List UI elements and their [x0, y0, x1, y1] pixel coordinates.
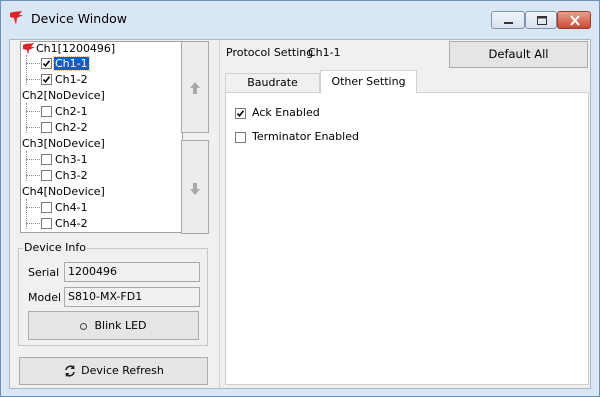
- client-area: Ch1[1200496] Ch1-1 Ch1-2 Ch2[NoDevice] C…: [9, 39, 591, 389]
- device-icon: [23, 43, 35, 55]
- tree-item-ch3-2[interactable]: Ch3-2: [55, 169, 88, 183]
- device-refresh-button[interactable]: Device Refresh: [19, 357, 208, 385]
- maximize-icon: [537, 16, 547, 25]
- minimize-button[interactable]: [491, 11, 525, 29]
- tree-connector: [26, 55, 27, 85]
- device-info-title: Device Info: [23, 241, 87, 254]
- tab-label: Other Setting: [331, 75, 406, 88]
- channel-tree[interactable]: Ch1[1200496] Ch1-1 Ch1-2 Ch2[NoDevice] C…: [20, 41, 183, 233]
- tree-connector: [26, 199, 27, 229]
- tree-node-label: Ch2[NoDevice]: [22, 89, 105, 102]
- minimize-icon: [504, 22, 513, 24]
- tree-connector: [26, 207, 40, 208]
- checkbox-ch4-1[interactable]: [41, 202, 52, 213]
- checkmark-icon: [42, 60, 51, 68]
- checkbox-ch1-2[interactable]: [41, 74, 52, 85]
- tree-item-ch2-2[interactable]: Ch2-2: [55, 121, 88, 135]
- move-down-button[interactable]: [181, 140, 209, 234]
- checkmark-icon: [42, 76, 51, 84]
- tree-item-ch4-1[interactable]: Ch4-1: [55, 201, 88, 215]
- serial-field: 1200496: [64, 262, 200, 282]
- window-title: Device Window: [31, 11, 128, 26]
- close-button[interactable]: [557, 11, 591, 29]
- tree-node-ch2[interactable]: Ch2[NoDevice]: [22, 89, 105, 103]
- tree-item-ch4-2[interactable]: Ch4-2: [55, 217, 88, 231]
- tree-item-label: Ch2-2: [55, 121, 88, 134]
- checkbox-ch2-1[interactable]: [41, 106, 52, 117]
- model-label: Model: [28, 291, 62, 304]
- tree-item-ch1-2[interactable]: Ch1-2: [55, 73, 88, 87]
- tab-label: Baudrate: [247, 76, 298, 89]
- other-setting-tab-content: Ack Enabled Terminator Enabled: [225, 92, 589, 385]
- tree-item-label: Ch4-1: [55, 201, 88, 214]
- tree-item-label: Ch1-2: [55, 73, 88, 86]
- device-refresh-label: Device Refresh: [81, 364, 164, 377]
- tree-connector: [26, 63, 40, 64]
- serial-label: Serial: [28, 266, 60, 279]
- tree-connector: [26, 151, 27, 181]
- tree-item-label: Ch1-1: [53, 56, 90, 71]
- close-icon: [570, 15, 580, 26]
- checkbox-ch3-1[interactable]: [41, 154, 52, 165]
- tree-item-ch1-1[interactable]: Ch1-1: [53, 56, 90, 71]
- tree-connector: [26, 223, 40, 224]
- protocol-channel-label: Ch1-1: [308, 46, 341, 59]
- ack-enabled-label[interactable]: Ack Enabled: [252, 106, 320, 119]
- model-field: S810-MX-FD1: [64, 287, 200, 307]
- checkbox-ch3-2[interactable]: [41, 170, 52, 181]
- device-window: Device Window Ch1[1200496] Ch1-1 Ch1-2 C…: [0, 0, 600, 397]
- move-up-button[interactable]: [181, 41, 209, 133]
- tree-node-ch1[interactable]: Ch1[1200496]: [22, 42, 115, 56]
- maximize-button[interactable]: [525, 11, 557, 29]
- refresh-icon: [65, 365, 75, 377]
- default-all-label: Default All: [488, 47, 549, 61]
- tree-connector: [26, 127, 40, 128]
- tree-node-ch4[interactable]: Ch4[NoDevice]: [22, 185, 105, 199]
- tree-item-label: Ch4-2: [55, 217, 88, 230]
- tree-node-label: Ch4[NoDevice]: [22, 185, 105, 198]
- checkbox-ch1-1[interactable]: [41, 58, 52, 69]
- checkmark-icon: [236, 110, 245, 118]
- arrow-up-icon: [190, 82, 200, 94]
- terminator-enabled-label[interactable]: Terminator Enabled: [252, 130, 359, 143]
- tree-node-ch3[interactable]: Ch3[NoDevice]: [22, 137, 105, 151]
- tab-other-setting[interactable]: Other Setting: [320, 70, 417, 93]
- tree-connector: [26, 159, 40, 160]
- arrow-down-icon: [190, 183, 200, 195]
- tree-item-ch2-1[interactable]: Ch2-1: [55, 105, 88, 119]
- protocol-setting-title: Protocol Setting: [226, 46, 314, 59]
- ack-enabled-checkbox[interactable]: [235, 108, 246, 119]
- checkbox-ch4-2[interactable]: [41, 218, 52, 229]
- tree-item-label: Ch3-2: [55, 169, 88, 182]
- device-info-group: Device Info Serial 1200496 Model S810-MX…: [18, 241, 208, 346]
- checkbox-ch2-2[interactable]: [41, 122, 52, 133]
- tree-connector: [26, 175, 40, 176]
- tree-item-label: Ch3-1: [55, 153, 88, 166]
- blink-led-label: Blink LED: [94, 319, 147, 332]
- tree-connector: [26, 111, 40, 112]
- tree-node-label: Ch3[NoDevice]: [22, 137, 105, 150]
- tree-item-ch3-1[interactable]: Ch3-1: [55, 153, 88, 167]
- tree-connector: [26, 79, 40, 80]
- tree-connector: [26, 103, 27, 133]
- default-all-button[interactable]: Default All: [449, 41, 588, 68]
- protocol-setting-panel: Protocol Setting Ch1-1 Default All Baudr…: [219, 41, 592, 388]
- tab-baudrate[interactable]: Baudrate: [225, 73, 320, 92]
- app-logo-icon: [8, 9, 26, 27]
- terminator-enabled-checkbox[interactable]: [235, 132, 246, 143]
- tree-node-label: Ch1[1200496]: [36, 42, 116, 55]
- led-icon: [80, 322, 88, 330]
- tree-item-label: Ch2-1: [55, 105, 88, 118]
- title-bar[interactable]: Device Window: [1, 1, 599, 39]
- blink-led-button[interactable]: Blink LED: [28, 311, 199, 340]
